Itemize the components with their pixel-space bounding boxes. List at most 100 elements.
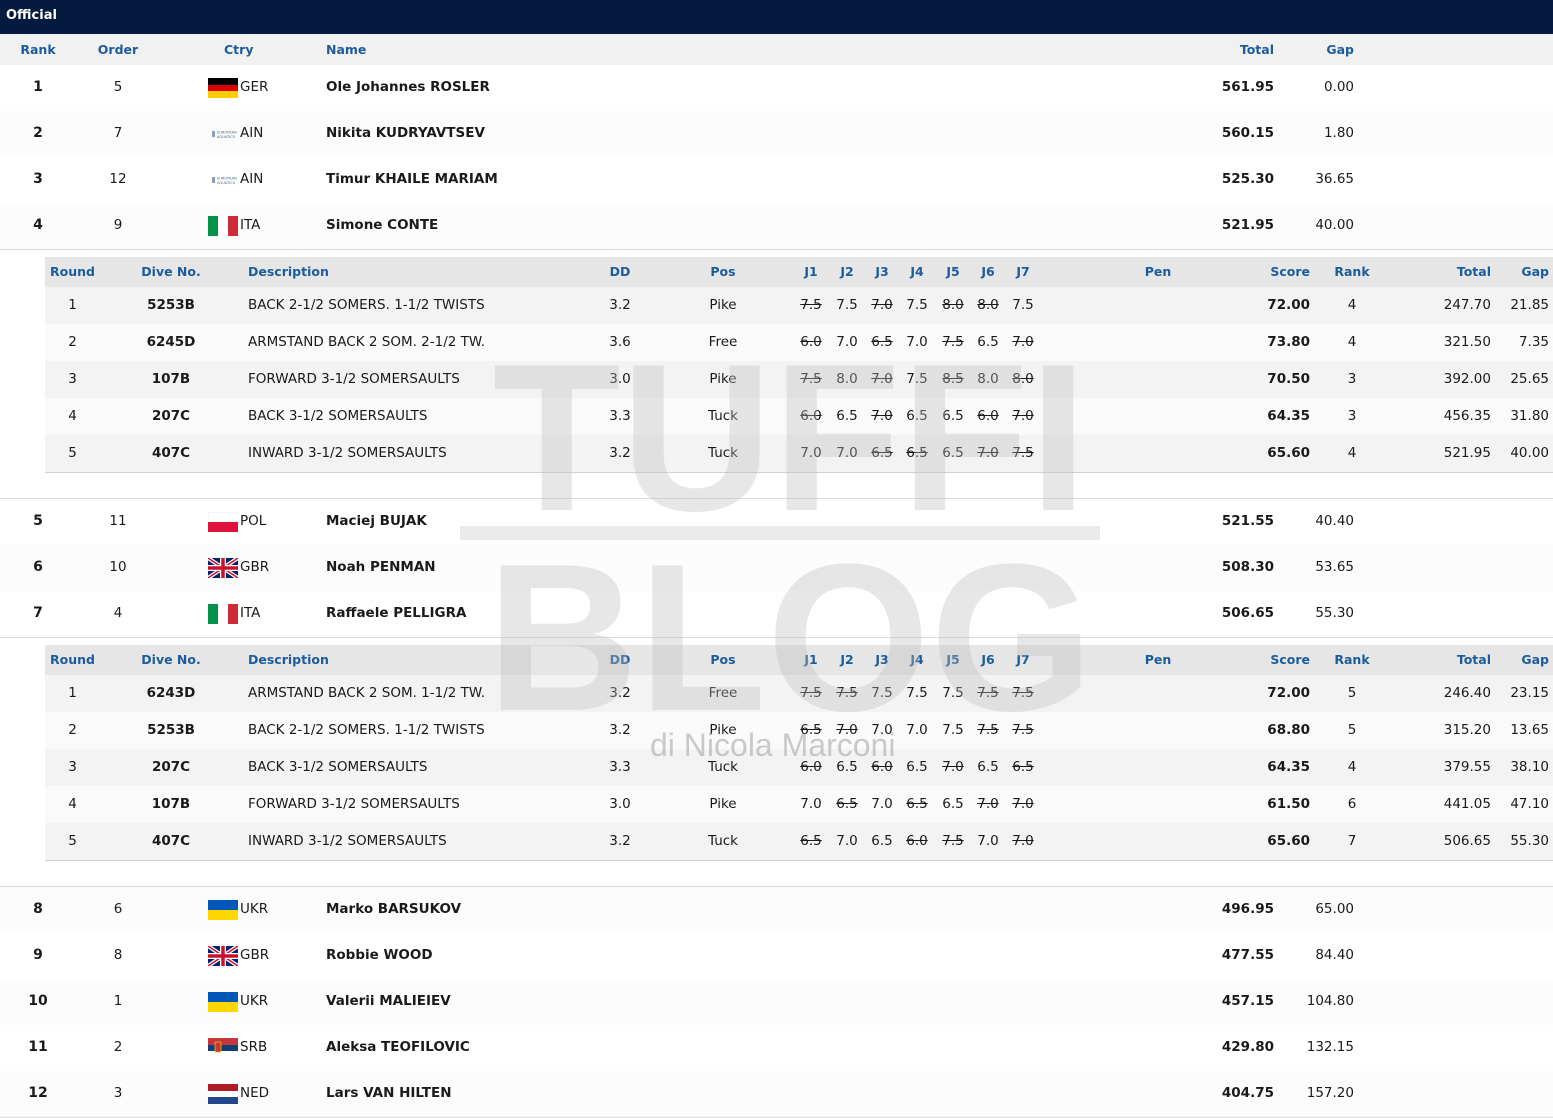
dive-score-cell: 64.35 bbox=[1267, 759, 1310, 775]
dive-col-rank-header: Rank bbox=[1334, 264, 1370, 279]
dive-desc-cell: BACK 3-1/2 SOMERSAULTS bbox=[248, 759, 428, 775]
dive-col-j3-header: J3 bbox=[875, 264, 889, 279]
dive-col-j3-header: J3 bbox=[875, 652, 889, 667]
athlete-row[interactable]: 10 1 UKR Valerii MALIEIEV 457.15 104.80 bbox=[0, 979, 1553, 1026]
dive-rank-cell: 4 bbox=[1347, 759, 1357, 775]
athlete-name[interactable]: Lars VAN HILTEN bbox=[326, 1085, 452, 1101]
results-header-bar: Official bbox=[0, 0, 1553, 34]
dive-round-cell: 2 bbox=[68, 334, 77, 350]
dive-j6-cell: 6.5 bbox=[977, 759, 999, 775]
athlete-name[interactable]: Nikita KUDRYAVTSEV bbox=[326, 125, 485, 141]
flag-pol-icon bbox=[208, 512, 238, 532]
col-gap-header[interactable]: Gap bbox=[1284, 42, 1354, 57]
rank-cell: 12 bbox=[28, 1085, 48, 1101]
dive-j1-cell: 7.5 bbox=[800, 371, 822, 387]
dive-j4-cell: 7.5 bbox=[906, 371, 928, 387]
gap-cell: 132.15 bbox=[1306, 1039, 1354, 1055]
dive-j5-cell: 7.5 bbox=[942, 833, 964, 849]
athlete-name[interactable]: Noah PENMAN bbox=[326, 559, 436, 575]
dive-row: 5 407C INWARD 3-1/2 SOMERSAULTS 3.2 Tuck 6.5 7… bbox=[45, 823, 1553, 861]
col-rank-header[interactable]: Rank bbox=[0, 42, 76, 57]
dive-j2-cell: 6.5 bbox=[836, 796, 858, 812]
athlete-name[interactable]: Simone CONTE bbox=[326, 217, 438, 233]
athlete-row[interactable]: 12 3 NED Lars VAN HILTEN 404.75 157.20 bbox=[0, 1071, 1553, 1118]
rank-cell: 9 bbox=[33, 947, 43, 963]
dive-col-j1-header: J1 bbox=[804, 264, 818, 279]
dive-gap-cell: 31.80 bbox=[1510, 408, 1549, 424]
athlete-row[interactable]: 1 5 GER Ole Johannes ROSLER 561.95 0.00 bbox=[0, 65, 1553, 112]
country-code: GBR bbox=[240, 559, 270, 575]
athlete-row[interactable]: 6 10 GBR Noah PENMAN 508.30 53.65 bbox=[0, 545, 1553, 592]
dive-dd-cell: 3.3 bbox=[609, 408, 631, 424]
athlete-row[interactable]: 8 6 UKR Marko BARSUKOV 496.95 65.00 bbox=[0, 887, 1553, 934]
dive-row: 5 407C INWARD 3-1/2 SOMERSAULTS 3.2 Tuck 7.0 7… bbox=[45, 435, 1553, 473]
dive-col-j5-header: J5 bbox=[946, 652, 960, 667]
dive-col-total-header: Total bbox=[1456, 652, 1491, 667]
dive-j7-cell: 7.5 bbox=[1012, 685, 1034, 701]
dive-j3-cell: 7.0 bbox=[871, 796, 893, 812]
dive-rank-cell: 5 bbox=[1347, 722, 1357, 738]
dive-rank-cell: 5 bbox=[1347, 685, 1357, 701]
flag-gbr-icon bbox=[208, 946, 238, 966]
flag-ita-icon bbox=[208, 216, 238, 236]
dive-j5-cell: 7.0 bbox=[942, 759, 964, 775]
results-status-title: Official bbox=[6, 8, 57, 23]
dive-j7-cell: 7.5 bbox=[1012, 722, 1034, 738]
athlete-row[interactable]: 2 7 EUROPEAN AQUATICS AIN Nikita KUDRYAVTSEV 5… bbox=[0, 111, 1553, 158]
dive-desc-cell: BACK 3-1/2 SOMERSAULTS bbox=[248, 408, 428, 424]
flag-ita-icon bbox=[208, 604, 238, 624]
col-name-header[interactable]: Name bbox=[326, 42, 366, 57]
dive-j6-cell: 7.5 bbox=[977, 722, 999, 738]
dive-col-dd-header: DD bbox=[609, 264, 631, 279]
dive-desc-cell: INWARD 3-1/2 SOMERSAULTS bbox=[248, 445, 447, 461]
watermark-subtitle: di Nicola Marconi bbox=[650, 727, 896, 763]
dive-pos-cell: Pike bbox=[709, 796, 737, 812]
dive-round-cell: 4 bbox=[68, 408, 77, 424]
gap-cell: 40.00 bbox=[1315, 217, 1354, 233]
col-ctry-header[interactable]: Ctry bbox=[224, 42, 253, 57]
dive-j6-cell: 6.0 bbox=[977, 408, 999, 424]
dive-col-j2-header: J2 bbox=[840, 652, 854, 667]
order-cell: 9 bbox=[113, 217, 123, 233]
order-cell: 7 bbox=[113, 125, 123, 141]
dive-row: 1 5253B BACK 2-1/2 SOMERS. 1-1/2 TWISTS 3.2… bbox=[45, 287, 1553, 325]
athlete-row[interactable]: 7 4 ITA Raffaele PELLIGRA 506.65 55.30 bbox=[0, 591, 1553, 638]
athlete-name[interactable]: Maciej BUJAK bbox=[326, 513, 427, 529]
total-cell: 521.95 bbox=[1221, 217, 1274, 233]
gap-cell: 0.00 bbox=[1323, 79, 1354, 95]
athlete-name[interactable]: Raffaele PELLIGRA bbox=[326, 605, 466, 621]
athlete-name[interactable]: Aleksa TEOFILOVIC bbox=[326, 1039, 470, 1055]
dive-j3-cell: 7.5 bbox=[871, 685, 893, 701]
dive-j1-cell: 7.5 bbox=[800, 297, 822, 313]
country-code: ITA bbox=[240, 217, 261, 233]
athlete-row[interactable]: 9 8 GBR Robbie WOOD 477.55 84.40 bbox=[0, 933, 1553, 980]
order-cell: 3 bbox=[113, 1085, 123, 1101]
dive-dive-cell: 5253B bbox=[147, 297, 195, 313]
athlete-name[interactable]: Marko BARSUKOV bbox=[326, 901, 461, 917]
athlete-row[interactable]: 3 12 EUROPEAN AQUATICS AIN Timur KHAILE MARIA… bbox=[0, 157, 1553, 204]
dive-rank-cell: 4 bbox=[1347, 334, 1357, 350]
athlete-row[interactable]: 4 9 ITA Simone CONTE 521.95 40.00 bbox=[0, 203, 1553, 250]
dive-total-cell: 392.00 bbox=[1443, 371, 1491, 387]
athlete-row[interactable]: 11 2 SRB Aleksa TEOFILOVIC 429.80 132.15 bbox=[0, 1025, 1553, 1072]
dive-col-score-header: Score bbox=[1270, 652, 1310, 667]
athlete-row[interactable]: 5 11 POL Maciej BUJAK 521.55 40.40 bbox=[0, 499, 1553, 546]
athlete-name[interactable]: Valerii MALIEIEV bbox=[326, 993, 451, 1009]
dive-col-j6-header: J6 bbox=[981, 652, 995, 667]
athlete-name[interactable]: Timur KHAILE MARIAM bbox=[326, 171, 498, 187]
dive-dd-cell: 3.3 bbox=[609, 759, 631, 775]
col-order-header[interactable]: Order bbox=[78, 42, 158, 57]
dive-dd-cell: 3.0 bbox=[609, 796, 631, 812]
dive-dive-cell: 5253B bbox=[147, 722, 195, 738]
dive-j4-cell: 7.5 bbox=[906, 297, 928, 313]
col-total-header[interactable]: Total bbox=[1150, 42, 1274, 57]
dive-rank-cell: 4 bbox=[1347, 297, 1357, 313]
total-cell: 525.30 bbox=[1221, 171, 1274, 187]
total-cell: 429.80 bbox=[1221, 1039, 1274, 1055]
svg-text:EUROPEAN: EUROPEAN bbox=[217, 177, 237, 181]
athlete-name[interactable]: Ole Johannes ROSLER bbox=[326, 79, 490, 95]
athlete-name[interactable]: Robbie WOOD bbox=[326, 947, 433, 963]
order-cell: 10 bbox=[109, 559, 127, 575]
dive-j3-cell: 7.0 bbox=[871, 297, 893, 313]
dive-score-cell: 65.60 bbox=[1267, 445, 1310, 461]
